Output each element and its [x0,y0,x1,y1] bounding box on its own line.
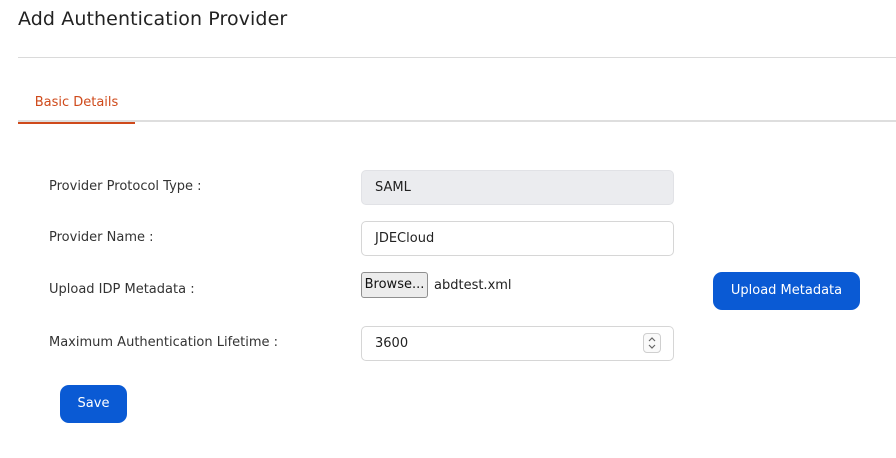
tab-active-indicator [18,122,135,124]
auth-lifetime-label: Maximum Authentication Lifetime : [49,335,279,350]
selected-file-name: abdtest.xml [434,278,512,293]
stepper-arrows-icon [648,337,656,349]
browse-button[interactable]: Browse... [361,272,428,298]
save-button[interactable]: Save [60,385,127,423]
upload-metadata-button[interactable]: Upload Metadata [713,272,860,310]
tab-basic-details[interactable]: Basic Details [18,86,135,124]
lifetime-stepper[interactable] [643,333,661,353]
auth-lifetime-input[interactable]: 3600 [361,326,674,361]
protocol-type-field: SAML [361,170,674,205]
tab-bar: Basic Details [18,86,896,124]
page-title: Add Authentication Provider [18,8,288,30]
provider-name-input[interactable]: JDECloud [361,221,674,256]
provider-name-label: Provider Name : [49,230,154,245]
idp-metadata-label: Upload IDP Metadata : [49,282,195,297]
protocol-type-label: Provider Protocol Type : [49,179,202,194]
tab-label: Basic Details [34,95,119,110]
title-divider [18,57,896,58]
